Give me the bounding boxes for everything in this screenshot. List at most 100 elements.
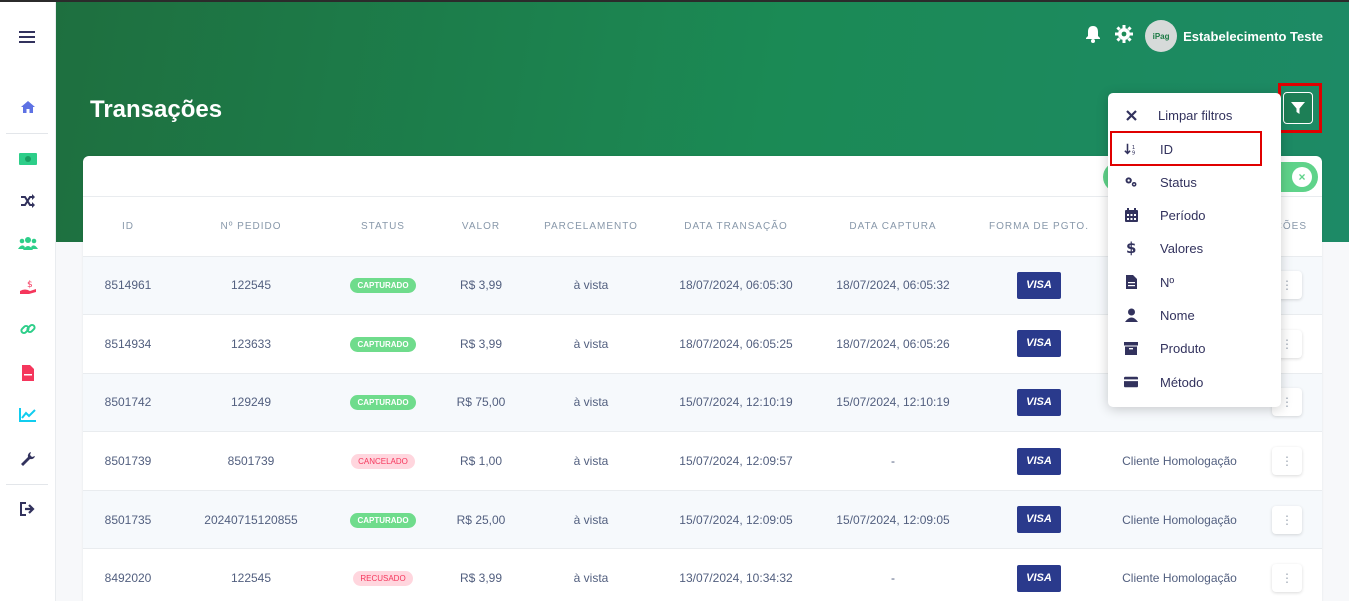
cell-pedido: 122545 [173, 548, 329, 601]
filter-option-label: Nº [1160, 274, 1175, 290]
sidebar-divider [6, 133, 48, 134]
status-badge: RECUSADO [353, 571, 413, 587]
credit-card-icon [1124, 376, 1138, 388]
row-actions-button[interactable]: ⋮ [1272, 505, 1302, 534]
page-title: Transações [90, 96, 223, 123]
cell-forma-pgto: VISA [971, 548, 1107, 601]
column-header[interactable]: PARCELAMENTO [525, 197, 657, 257]
logout-icon[interactable] [0, 494, 56, 524]
cell-data-transacao: 13/07/2024, 10:34:32 [657, 548, 815, 601]
pdf-icon[interactable] [0, 358, 56, 388]
calendar-icon [1124, 208, 1138, 222]
cell-cliente: Cliente Homologação [1107, 548, 1252, 601]
avatar[interactable]: iPag [1145, 20, 1178, 52]
cell-id: 8501742 [83, 373, 173, 433]
status-badge: CAPTURADO [350, 336, 416, 352]
cell-pedido: 8501739 [173, 431, 329, 491]
user-icon [1124, 308, 1138, 322]
cell-parcelamento: à vista [525, 490, 657, 550]
cell-pedido: 122545 [173, 256, 329, 316]
column-header[interactable]: DATA TRANSAÇÃO [657, 197, 815, 257]
cell-id: 8514961 [83, 256, 173, 316]
filter-option-valores[interactable]: $ Valores [1108, 233, 1281, 263]
archive-icon [1124, 341, 1138, 355]
cell-data-captura: 18/07/2024, 06:05:26 [815, 314, 971, 374]
cell-data-transacao: 15/07/2024, 12:10:19 [657, 373, 815, 433]
bell-icon[interactable] [1085, 25, 1101, 48]
status-badge: CAPTURADO [350, 512, 416, 528]
link-icon[interactable] [0, 314, 56, 344]
filter-button[interactable] [1283, 92, 1313, 124]
user-name[interactable]: Estabelecimento Teste [1183, 29, 1323, 44]
table-row: 8492020 122545 RECUSADO R$ 3,99 à vista 13/07… [83, 548, 1322, 601]
cell-pedido: 123633 [173, 314, 329, 374]
hand-dollar-icon[interactable]: $ [0, 272, 56, 302]
wrench-icon[interactable] [0, 444, 56, 474]
visa-logo: VISA [1017, 271, 1061, 299]
filter-option-id[interactable]: 19 ID [1108, 134, 1281, 164]
money-icon[interactable] [0, 144, 56, 174]
status-badge: CANCELADO [351, 454, 415, 470]
cell-parcelamento: à vista [525, 256, 657, 316]
cell-valor: R$ 75,00 [437, 373, 525, 433]
filter-option-periodo[interactable]: Período [1108, 200, 1281, 230]
cell-parcelamento: à vista [525, 548, 657, 601]
cell-acoes: ⋮ [1252, 490, 1322, 550]
cell-data-captura: 18/07/2024, 06:05:32 [815, 256, 971, 316]
filter-option-status[interactable]: Status [1108, 167, 1281, 197]
column-header[interactable]: ID [83, 197, 173, 257]
filter-option-label: Valores [1160, 240, 1204, 256]
svg-text:9: 9 [1132, 150, 1135, 156]
menu-icon[interactable] [0, 22, 56, 52]
visa-logo: VISA [1017, 506, 1061, 534]
cell-data-transacao: 15/07/2024, 12:09:05 [657, 490, 815, 550]
close-icon [1124, 109, 1138, 121]
filter-option-numero[interactable]: Nº [1108, 267, 1281, 297]
cell-forma-pgto: VISA [971, 490, 1107, 550]
row-actions-button[interactable]: ⋮ [1272, 447, 1302, 476]
cell-acoes: ⋮ [1252, 431, 1322, 491]
filter-option-label: ID [1160, 141, 1173, 157]
table-row: 8501735 20240715120855 CAPTURADO R$ 25,00 à … [83, 490, 1322, 550]
cell-status: CANCELADO [329, 431, 437, 491]
visa-logo: VISA [1017, 564, 1061, 592]
shuffle-icon[interactable] [0, 186, 56, 216]
cell-id: 8501739 [83, 431, 173, 491]
filter-option-metodo[interactable]: Método [1108, 367, 1281, 397]
filter-option-produto[interactable]: Produto [1108, 333, 1281, 363]
svg-text:$: $ [27, 280, 33, 290]
table-row: 8501739 8501739 CANCELADO R$ 1,00 à vista 15/… [83, 431, 1322, 491]
cell-data-transacao: 18/07/2024, 06:05:30 [657, 256, 815, 316]
cell-status: CAPTURADO [329, 490, 437, 550]
filter-option-label: Limpar filtros [1158, 107, 1233, 123]
cell-valor: R$ 3,99 [437, 256, 525, 316]
column-header[interactable]: VALOR [437, 197, 525, 257]
filter-option-clear[interactable]: Limpar filtros [1108, 100, 1281, 130]
column-header[interactable]: DATA CAPTURA [815, 197, 971, 257]
gears-icon [1124, 175, 1138, 189]
home-icon[interactable] [0, 92, 56, 122]
filter-option-nome[interactable]: Nome [1108, 300, 1281, 330]
filter-option-label: Método [1160, 374, 1204, 390]
cell-parcelamento: à vista [525, 314, 657, 374]
filter-icon [1291, 102, 1305, 114]
filter-option-label: Período [1160, 207, 1206, 223]
cell-forma-pgto: VISA [971, 431, 1107, 491]
cell-cliente: Cliente Homologação [1107, 490, 1252, 550]
cell-forma-pgto: VISA [971, 256, 1107, 316]
cell-data-captura: - [815, 548, 971, 601]
column-header[interactable]: Nº PEDIDO [173, 197, 329, 257]
cell-status: CAPTURADO [329, 373, 437, 433]
cell-status: RECUSADO [329, 548, 437, 601]
row-actions-button[interactable]: ⋮ [1272, 564, 1302, 593]
chart-icon[interactable] [0, 400, 56, 430]
column-header[interactable]: FORMA DE PGTO. [971, 197, 1107, 257]
column-header[interactable]: STATUS [329, 197, 437, 257]
sort-numeric-icon: 19 [1124, 142, 1138, 156]
users-icon[interactable] [0, 228, 56, 258]
gear-icon[interactable] [1115, 24, 1134, 48]
clear-toggle-icon[interactable]: × [1292, 167, 1312, 187]
cell-parcelamento: à vista [525, 373, 657, 433]
cell-status: CAPTURADO [329, 314, 437, 374]
dollar-icon: $ [1124, 240, 1138, 256]
